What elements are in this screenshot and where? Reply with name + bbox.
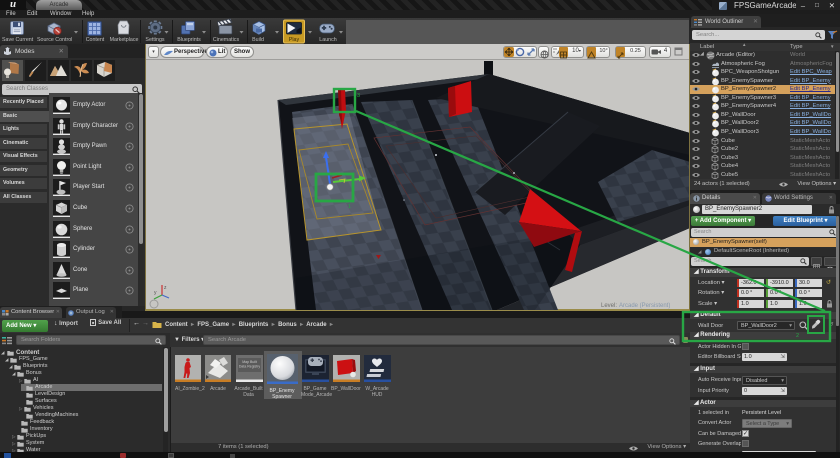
- svg-text:z: z: [164, 285, 167, 291]
- svg-text:y: y: [154, 290, 157, 296]
